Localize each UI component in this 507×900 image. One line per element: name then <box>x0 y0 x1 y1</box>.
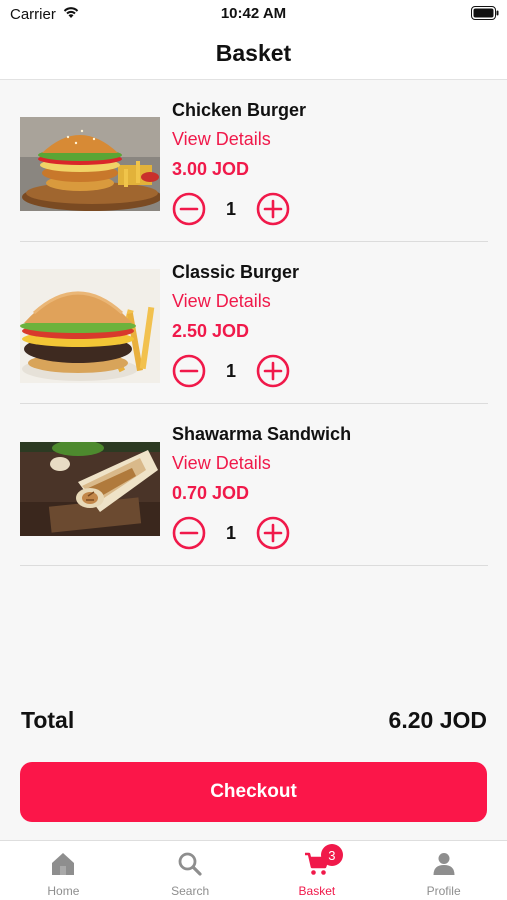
decrease-quantity-button[interactable] <box>172 354 206 388</box>
person-icon <box>431 851 457 877</box>
item-name: Shawarma Sandwich <box>172 424 352 444</box>
total-row: Total 6.20 JOD <box>21 704 487 736</box>
tab-label: Home <box>47 884 80 898</box>
minus-circle-icon <box>172 516 206 550</box>
minus-circle-icon <box>172 192 206 226</box>
view-details-link[interactable]: View Details <box>172 286 299 316</box>
item-info: Shawarma Sandwich View Details 0.70 JOD … <box>172 422 351 550</box>
item-price: 2.50 JOD <box>172 321 250 341</box>
total-label: Total <box>21 706 75 733</box>
basket-list: Chicken Burger View Details 3.00 JOD 1 C… <box>20 80 488 566</box>
chicken-burger-image <box>20 117 160 211</box>
plus-circle-icon <box>256 354 290 388</box>
basket-item: Classic Burger View Details 2.50 JOD 1 <box>20 242 488 404</box>
item-info: Classic Burger View Details 2.50 JOD 1 <box>172 260 299 388</box>
navigation-bar: Basket <box>0 28 507 80</box>
view-details-link[interactable]: View Details <box>172 448 351 478</box>
cart-icon: 3 <box>304 844 343 877</box>
increase-quantity-button[interactable] <box>256 192 290 226</box>
tab-bar: Home Search 3 Basket Profile <box>0 840 507 900</box>
increase-quantity-button[interactable] <box>256 354 290 388</box>
increase-quantity-button[interactable] <box>256 516 290 550</box>
search-icon <box>177 851 203 877</box>
view-details-link[interactable]: View Details <box>172 124 306 154</box>
basket-screen: Carrier 10:42 AM Basket Chicken Burger V… <box>0 0 507 900</box>
quantity-stepper: 1 <box>172 516 351 550</box>
tab-label: Profile <box>426 884 461 898</box>
item-price: 0.70 JOD <box>172 483 250 503</box>
status-bar: Carrier 10:42 AM <box>0 0 507 28</box>
page-title: Basket <box>215 40 292 66</box>
item-name: Chicken Burger <box>172 100 307 120</box>
tab-label: Search <box>171 884 210 898</box>
minus-circle-icon <box>172 354 206 388</box>
checkout-button[interactable]: Checkout <box>20 762 487 822</box>
item-price: 3.00 JOD <box>172 159 250 179</box>
quantity-value: 1 <box>225 360 236 381</box>
item-info: Chicken Burger View Details 3.00 JOD 1 <box>172 98 306 226</box>
classic-burger-image <box>20 269 160 383</box>
total-value: 6.20 JOD <box>388 706 487 733</box>
quantity-value: 1 <box>225 522 236 543</box>
item-name: Classic Burger <box>172 262 300 282</box>
decrease-quantity-button[interactable] <box>172 192 206 226</box>
cart-count-badge: 3 <box>320 844 343 866</box>
tab-search[interactable]: Search <box>127 841 254 900</box>
basket-item: Chicken Burger View Details 3.00 JOD 1 <box>20 80 488 242</box>
decrease-quantity-button[interactable] <box>172 516 206 550</box>
tab-basket[interactable]: 3 Basket <box>254 841 381 900</box>
clock: 10:42 AM <box>220 5 287 22</box>
tab-label: Basket <box>298 884 336 898</box>
home-icon <box>50 851 76 877</box>
quantity-value: 1 <box>225 198 236 219</box>
basket-item: Shawarma Sandwich View Details 0.70 JOD … <box>20 404 488 566</box>
tab-profile[interactable]: Profile <box>380 841 507 900</box>
plus-circle-icon <box>256 192 290 226</box>
tab-home[interactable]: Home <box>0 841 127 900</box>
quantity-stepper: 1 <box>172 192 306 226</box>
plus-circle-icon <box>256 516 290 550</box>
battery-icon <box>471 6 499 24</box>
shawarma-sandwich-image <box>20 442 160 536</box>
quantity-stepper: 1 <box>172 354 299 388</box>
